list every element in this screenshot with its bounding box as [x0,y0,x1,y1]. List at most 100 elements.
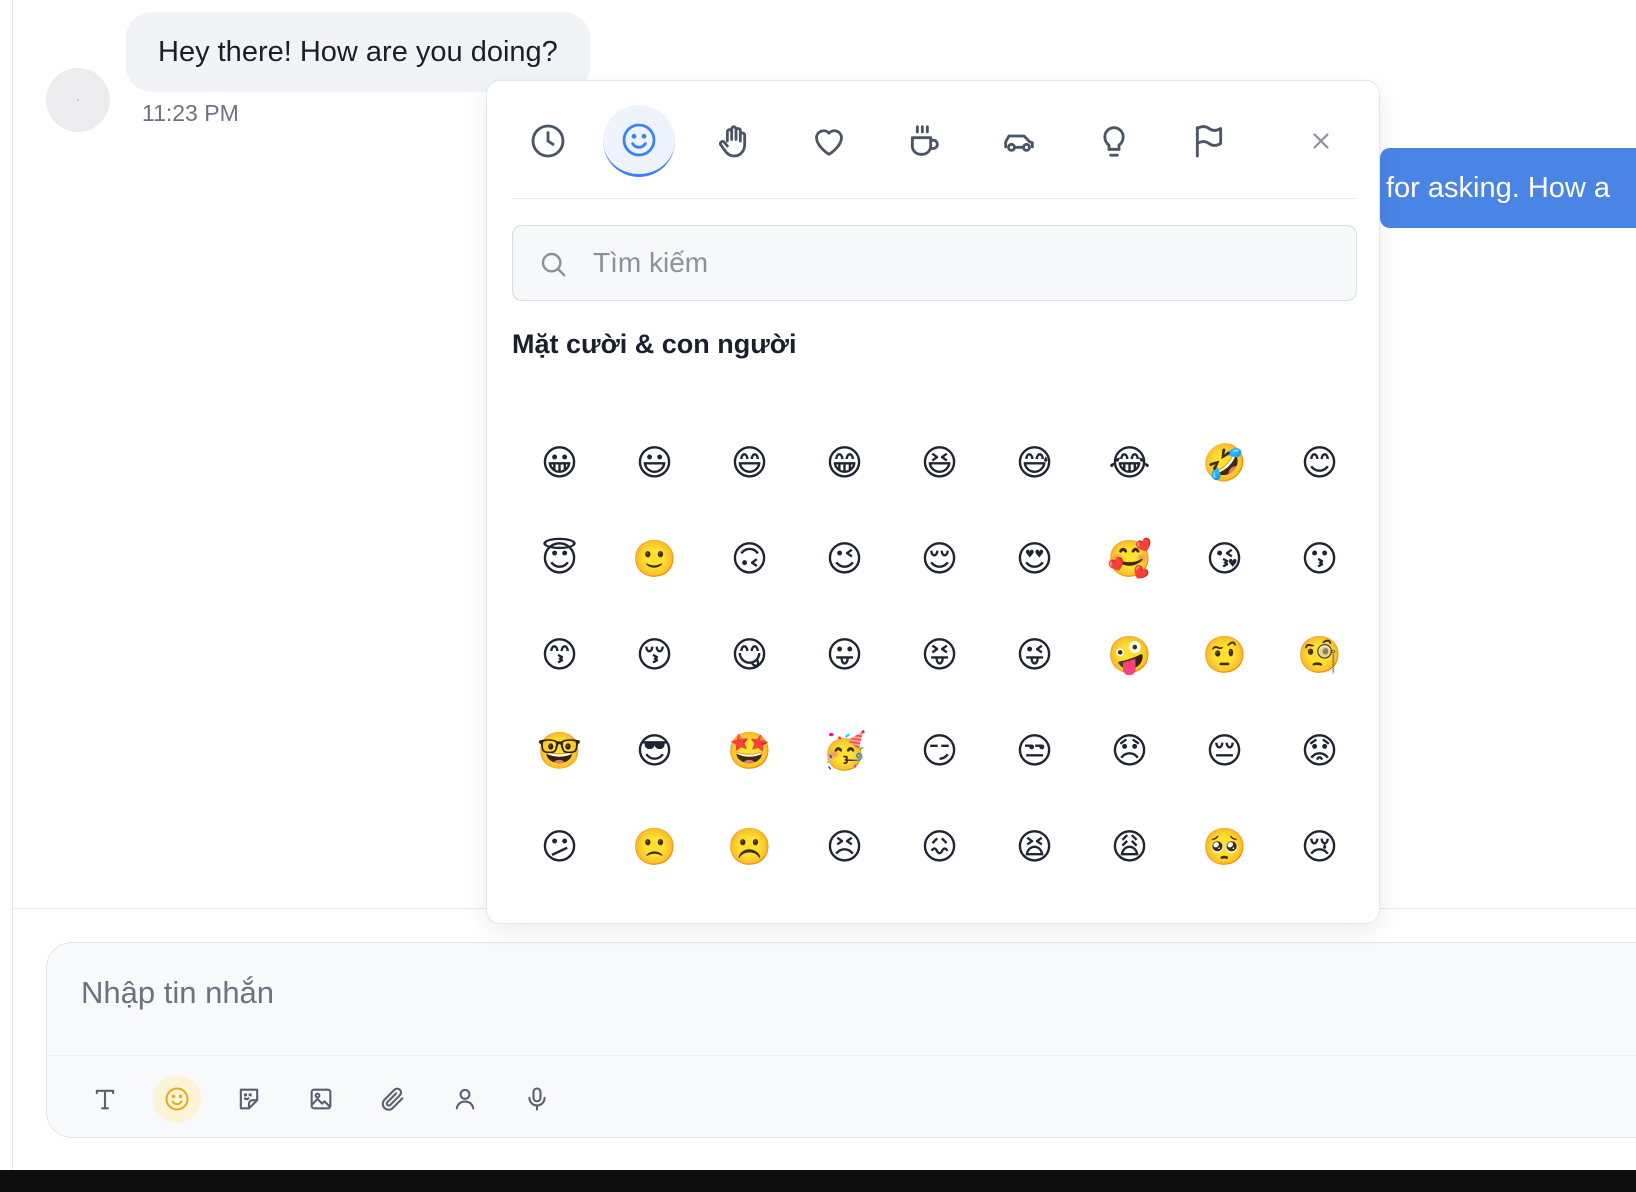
emoji-item[interactable]: 😇 [512,511,607,607]
emoji-item[interactable]: 😘 [1177,511,1272,607]
emoji-item[interactable]: 😠 [702,895,797,897]
category-tab-food[interactable] [888,105,960,177]
sticker-button[interactable] [225,1075,273,1123]
coffee-cup-icon [910,125,939,156]
chat-screen: Hey there! How are you doing? 11:23 PM f… [0,0,1636,1192]
category-tab-smileys[interactable] [603,105,675,177]
emoji-item[interactable]: 😕 [512,799,607,895]
category-tab-objects[interactable] [1078,105,1150,177]
emoji-item[interactable]: 😄 [702,415,797,511]
emoji-item[interactable]: 🥵 [1177,895,1272,897]
emoji-item[interactable]: 😔 [1177,703,1272,799]
lightbulb-icon [1103,126,1125,157]
message-composer [46,942,1636,1138]
emoji-item[interactable]: 🤬 [892,895,987,897]
paperclip-icon [381,1087,404,1111]
contact-icon [455,1088,475,1110]
image-button[interactable] [297,1075,345,1123]
emoji-item[interactable]: 🥺 [1177,799,1272,895]
emoji-item[interactable]: 😤 [607,895,702,897]
emoji-item[interactable]: 🥰 [1082,511,1177,607]
emoji-item[interactable]: 😭 [512,895,607,897]
emoji-item[interactable]: 😍 [987,511,1082,607]
emoji-item[interactable]: 😌 [892,511,987,607]
contact-button[interactable] [441,1075,489,1123]
emoji-item[interactable]: 🤣 [1177,415,1272,511]
emoji-item[interactable]: 🥳 [797,703,892,799]
bottom-bar [0,1170,1636,1192]
message-input[interactable] [81,967,1281,1019]
emoji-item[interactable]: 🙂 [607,511,702,607]
emoji-item[interactable]: 🤓 [512,703,607,799]
emoji-item[interactable]: 😁 [797,415,892,511]
emoji-search-input[interactable] [593,226,1333,300]
emoji-item[interactable]: 😳 [1082,895,1177,897]
category-tab-people[interactable] [698,105,770,177]
microphone-icon [528,1087,546,1111]
emoji-item[interactable]: 🤨 [1177,607,1272,703]
composer-toolbar [81,1067,561,1131]
emoji-item[interactable]: 🥶 [1272,895,1362,897]
emoji-item[interactable]: 😩 [1082,799,1177,895]
emoji-item[interactable]: ☹️ [702,799,797,895]
emoji-item[interactable]: 😝 [892,607,987,703]
emoji-item[interactable]: 😆 [892,415,987,511]
emoji-item[interactable]: 😖 [892,799,987,895]
message-timestamp: 11:23 PM [142,100,239,126]
emoji-item[interactable]: 😗 [1272,511,1362,607]
emoji-item[interactable]: 😛 [797,607,892,703]
flag-icon [1195,125,1223,158]
emoji-item[interactable]: 🙁 [607,799,702,895]
category-tab-travel[interactable] [983,105,1055,177]
hand-icon [719,125,747,158]
emoji-button[interactable] [153,1075,201,1123]
emoji-item[interactable]: 😊 [1272,415,1362,511]
emoji-item[interactable]: 🤪 [1082,607,1177,703]
emoji-item[interactable]: 😒 [987,703,1082,799]
emoji-item[interactable]: 🧐 [1272,607,1362,703]
text-format-button[interactable] [81,1075,129,1123]
category-tab-symbols[interactable] [793,105,865,177]
heart-icon [815,129,843,156]
car-icon [1004,134,1034,152]
emoji-picker: Mặt cười & con người 😀😃😄😁😆😅😂🤣😊 😇🙂🙃😉😌😍🥰😘😗 😙… [486,80,1380,924]
emoji-item[interactable]: 😃 [607,415,702,511]
emoji-item[interactable]: 😟 [1272,703,1362,799]
emoji-item[interactable]: 😜 [987,607,1082,703]
emoji-item[interactable]: 😅 [987,415,1082,511]
sticker-icon [239,1088,259,1110]
category-tab-flags[interactable] [1173,105,1245,177]
composer-toolbar-divider [47,1055,1636,1056]
close-picker-button[interactable] [1291,111,1351,171]
emoji-item[interactable]: 🤩 [702,703,797,799]
emoji-section-title: Mặt cười & con người [512,329,797,359]
voice-button[interactable] [513,1075,561,1123]
search-icon [541,252,566,277]
emoji-item[interactable]: 🤯 [987,895,1082,897]
avatar[interactable] [46,68,110,132]
emoji-grid: 😀 😃 😄 😁 😆 😅 😂 🤣 😊 😇 🙂 🙃 😉 😌 😍 🥰 😘 😗 😙 😚 😋 😛 😝 😜 🤪 🤨 🧐 🤓 😎 🤩 🥳 😏 😒 😞 😔 😟 😕 🙁 ☹️… [512,415,1362,897]
emoji-item[interactable]: 😏 [892,703,987,799]
emoji-item[interactable]: 🙃 [702,511,797,607]
emoji-item[interactable]: 😙 [512,607,607,703]
emoji-item[interactable]: 😡 [797,895,892,897]
emoji-item[interactable]: 😫 [987,799,1082,895]
close-icon [1313,133,1329,149]
emoji-item[interactable]: 😀 [512,415,607,511]
emoji-item[interactable]: 😢 [1272,799,1362,895]
emoji-item[interactable]: 😎 [607,703,702,799]
category-tab-recent[interactable] [512,105,584,177]
emoji-icon [165,1087,189,1111]
emoji-item[interactable]: 😣 [797,799,892,895]
emoji-item[interactable]: 😋 [702,607,797,703]
emoji-item[interactable]: 😂 [1082,415,1177,511]
text-format-icon [95,1089,115,1110]
attach-button[interactable] [369,1075,417,1123]
emoji-search-box [512,225,1357,301]
clock-icon [531,124,565,158]
emoji-item[interactable]: 😉 [797,511,892,607]
outgoing-message-bubble: for asking. How a [1380,148,1636,228]
emoji-item[interactable]: 😞 [1082,703,1177,799]
emoji-item[interactable]: 😚 [607,607,702,703]
smiley-icon [622,123,656,156]
